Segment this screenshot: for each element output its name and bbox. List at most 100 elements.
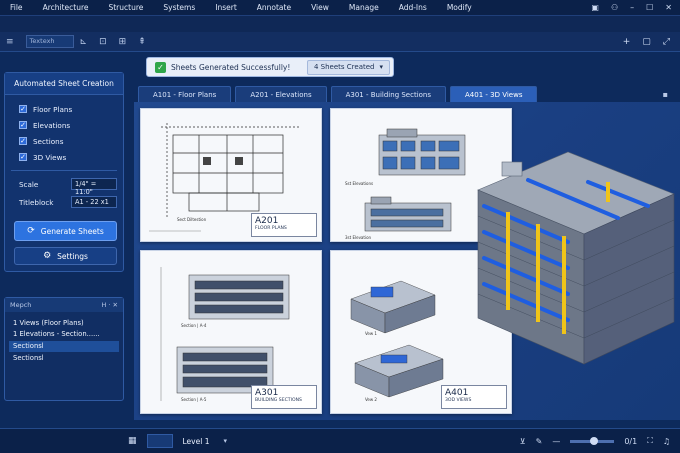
sheet-caption: Section | A-4 [181, 323, 207, 328]
option-floor-plans[interactable]: ✓ Floor Plans [5, 101, 123, 117]
menu-bar: File Architecture Structure Systems Inse… [0, 0, 680, 16]
tab-a301[interactable]: A301 - Building Sections [330, 86, 447, 102]
option-sections[interactable]: ✓ Sections [5, 133, 123, 149]
sheet-floor-plans[interactable]: Sect Diltestion A201 FLOOR PLANS [140, 108, 322, 242]
option-elevations[interactable]: ✓ Elevations [5, 117, 123, 133]
status-field[interactable] [146, 434, 173, 448]
checkbox-icon[interactable]: ✓ [19, 153, 27, 161]
titleblock-dropdown[interactable]: A1 - 22 x1 [71, 196, 117, 208]
check-icon: ✓ [155, 61, 166, 73]
frame-icon[interactable]: ▢ [642, 37, 651, 47]
tab-a201[interactable]: A201 - Elevations [235, 86, 327, 102]
grid-icon[interactable]: ▦ [128, 436, 137, 446]
close-icon[interactable]: ✕ [665, 3, 672, 12]
checkbox-icon[interactable]: ✓ [19, 137, 27, 145]
sheet-caption: Sst Elevations [345, 181, 374, 186]
titleblock-label: Titleblock [19, 197, 54, 207]
menu-manage[interactable]: Manage [339, 3, 389, 12]
user-icon[interactable]: ⚇ [611, 3, 618, 12]
sheet-caption-2: Vew 2 [365, 397, 377, 402]
toolbar-right: + ▢ ⤢ [623, 37, 680, 47]
title-block: A401 3OD VIEWS [441, 385, 507, 409]
menu-structure[interactable]: Structure [98, 3, 153, 12]
title-block: A301 BUILDING SECTIONS [251, 385, 317, 409]
status-right: ⊻ ✎ — 0/1 ⛶ ♫ [520, 436, 680, 446]
pen-icon[interactable]: ✎ [536, 437, 543, 446]
more-icon[interactable]: ▪ [663, 90, 678, 99]
tab-a401[interactable]: A401 - 3D Views [450, 86, 538, 102]
building-3d-model[interactable] [468, 142, 680, 370]
browser-header: Mepch H · ✕ [5, 298, 123, 312]
sheet-title: BUILDING SECTIONS [255, 398, 302, 403]
option-label: Sections [33, 136, 64, 146]
chevron-down-icon: ▾ [379, 63, 383, 71]
ribbon-strip [0, 16, 680, 32]
gear-icon: ⚙ [43, 251, 52, 261]
text-icon[interactable]: ⊞ [113, 37, 133, 47]
type-selector[interactable]: Textexh [25, 35, 74, 48]
sheet-title: FLOOR PLANS [255, 226, 287, 231]
filter-icon[interactable]: ⊻ [520, 437, 526, 446]
dimension-icon[interactable]: ⊾ [74, 37, 94, 47]
align-icon[interactable]: ⇞ [132, 37, 152, 47]
list-item[interactable]: 1 Elevations - Section...... [5, 329, 123, 340]
settings-button[interactable]: ⚙ Settings [14, 247, 117, 265]
sheet-creation-panel: Automated Sheet Creation ✓ Floor Plans ✓ E… [4, 72, 124, 272]
generate-label: Generate Sheets [40, 226, 104, 236]
add-icon[interactable]: + [623, 37, 631, 47]
hamburger-icon[interactable]: ≡ [0, 37, 20, 47]
sheet-number: A201 [255, 216, 279, 226]
checkbox-icon[interactable]: ✓ [19, 105, 27, 113]
sheet-caption-2: 3st Elevation [345, 235, 372, 240]
option-3d-views[interactable]: ✓ 3D Views [5, 149, 123, 165]
sheet-number: A401 [445, 388, 469, 398]
menu-systems[interactable]: Systems [153, 3, 205, 12]
maximize-icon[interactable]: ☐ [646, 3, 653, 12]
scale-dropdown[interactable]: 1/4" = 11:0" [71, 178, 117, 196]
tab-a101[interactable]: A101 - Floor Plans [138, 86, 232, 102]
scale-label: Scale [19, 179, 39, 189]
menu-annotate[interactable]: Annotate [247, 3, 301, 12]
menu-view[interactable]: View [301, 3, 339, 12]
sheet-building-sections[interactable]: Section | A-4 Section | A-5 A301 BUILDIN… [140, 250, 322, 414]
chevron-down-icon[interactable]: ▾ [223, 437, 227, 445]
zoom-slider[interactable] [570, 436, 615, 445]
list-item[interactable]: 1 Views (Floor Plans) [5, 318, 123, 329]
sheets-created-dropdown[interactable]: 4 Sheets Created ▾ [306, 59, 390, 75]
list-item[interactable]: Sectionsl [5, 353, 123, 364]
menu-modify[interactable]: Modify [437, 3, 482, 12]
menu-architecture[interactable]: Architecture [33, 3, 99, 12]
menu-add-ins[interactable]: Add-Ins [389, 3, 437, 12]
sheet-caption-2: Section | A-5 [181, 397, 207, 402]
titleblock-row: Titleblock A1 - 22 x1 [5, 193, 123, 211]
panel-title: Automated Sheet Creation [5, 73, 123, 95]
menu-file[interactable]: File [0, 3, 33, 12]
browser-title: Mepch [10, 301, 32, 309]
project-browser: Mepch H · ✕ 1 Views (Floor Plans) 1 Elev… [4, 297, 124, 401]
zoom-out-icon[interactable]: — [552, 437, 560, 446]
save-icon[interactable]: ▣ [591, 3, 599, 12]
music-icon[interactable]: ♫ [663, 437, 670, 446]
level-selector[interactable]: Level 1 [183, 437, 210, 446]
close-icon[interactable]: H · ✕ [101, 301, 118, 309]
success-toast: ✓ Sheets Generated Successfully! 4 Sheet… [146, 57, 394, 77]
sheet-title: 3OD VIEWS [445, 398, 472, 403]
generate-sheets-button[interactable]: ⟳ Generate Sheets [14, 221, 117, 241]
sheet-caption: Vew 1 [365, 331, 377, 336]
lock-icon[interactable]: ⛶ [647, 436, 653, 446]
sheet-caption: Sect Diltestion [177, 217, 207, 222]
title-block: A201 FLOOR PLANS [251, 213, 317, 237]
menu-insert[interactable]: Insert [205, 3, 247, 12]
drawing-canvas[interactable]: Sect Diltestion A201 FLOOR PLANS Sst Ele… [134, 102, 680, 420]
expand-icon[interactable]: ⤢ [663, 37, 670, 47]
count-label: 4 Sheets Created [313, 63, 375, 71]
status-bar: ▦ Level 1 ▾ ⊻ ✎ — 0/1 ⛶ ♫ [0, 428, 680, 453]
list-item[interactable]: Sectionsl [9, 341, 119, 352]
minimize-icon[interactable]: – [630, 3, 634, 12]
checkbox-icon[interactable]: ✓ [19, 121, 27, 129]
scale-row: Scale 1/4" = 11:0" [5, 175, 123, 196]
window-controls: ▣ ⚇ – ☐ ✕ [591, 3, 680, 12]
refresh-icon: ⟳ [27, 226, 35, 236]
tag-icon[interactable]: ⊡ [93, 37, 113, 47]
sheet-number: A301 [255, 388, 279, 398]
